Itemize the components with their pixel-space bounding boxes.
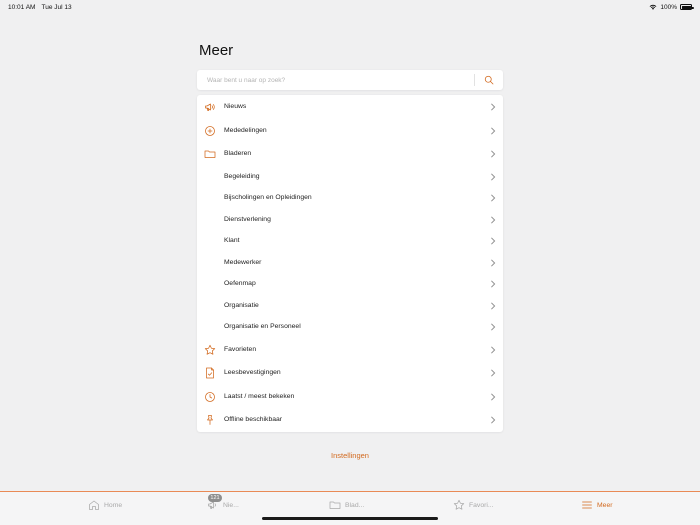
menu-item-label: Nieuws bbox=[224, 103, 247, 110]
search-bar bbox=[197, 70, 503, 90]
menu-item-label: Oefenmap bbox=[224, 280, 256, 287]
page-title: Meer bbox=[199, 42, 234, 59]
tab-label: Meer bbox=[597, 501, 613, 509]
status-time: 10:01 AM bbox=[8, 3, 36, 11]
chevron-right-icon bbox=[491, 194, 496, 202]
menu-item-offline[interactable]: Offline beschikbaar bbox=[197, 409, 503, 432]
menu-item-label: Organisatie en Personeel bbox=[224, 323, 301, 330]
menu-list: Nieuws Mededelingen Bladeren Begeleiding… bbox=[197, 95, 503, 432]
chevron-right-icon bbox=[491, 369, 496, 377]
search-button[interactable] bbox=[475, 70, 503, 90]
menu-item-favorieten[interactable]: Favorieten bbox=[197, 338, 503, 362]
menu-item-label: Mededelingen bbox=[224, 127, 267, 134]
menu-item-label: Medewerker bbox=[224, 259, 262, 266]
tab-label: Nie... bbox=[223, 501, 239, 509]
status-right: 100% bbox=[649, 3, 694, 11]
menu-item-label: Bladeren bbox=[224, 150, 252, 157]
plus-circle-icon bbox=[204, 125, 216, 137]
document-check-icon bbox=[204, 367, 216, 379]
menu-item-laatst-bekeken[interactable]: Laatst / meest bekeken bbox=[197, 385, 503, 409]
menu-item-label: Offline beschikbaar bbox=[224, 416, 283, 423]
menu-item-label: Bijscholingen en Opleidingen bbox=[224, 194, 312, 201]
chevron-right-icon bbox=[491, 416, 496, 424]
chevron-right-icon bbox=[491, 302, 496, 310]
clock-icon bbox=[204, 391, 216, 403]
menu-item-oefenmap[interactable]: Oefenmap bbox=[197, 273, 503, 295]
menu-item-bijscholingen[interactable]: Bijscholingen en Opleidingen bbox=[197, 187, 503, 209]
chevron-right-icon bbox=[491, 173, 496, 181]
tab-label: Home bbox=[104, 501, 123, 509]
chevron-right-icon bbox=[491, 259, 496, 267]
menu-item-bladeren[interactable]: Bladeren bbox=[197, 143, 503, 166]
battery-icon bbox=[680, 4, 694, 10]
chevron-right-icon bbox=[491, 216, 496, 224]
star-icon bbox=[204, 344, 216, 356]
menu-item-label: Klant bbox=[224, 237, 240, 244]
menu-item-mededelingen[interactable]: Mededelingen bbox=[197, 119, 503, 143]
tab-bladeren[interactable]: Blad... bbox=[329, 492, 364, 518]
menu-item-klant[interactable]: Klant bbox=[197, 230, 503, 252]
chevron-right-icon bbox=[491, 237, 496, 245]
menu-item-leesbevestigingen[interactable]: Leesbevestigingen bbox=[197, 362, 503, 385]
search-input[interactable] bbox=[197, 70, 474, 90]
chevron-right-icon bbox=[491, 323, 496, 331]
chevron-right-icon bbox=[491, 393, 496, 401]
menu-item-dienstverlening[interactable]: Dienstverlening bbox=[197, 209, 503, 230]
menu-item-label: Organisatie bbox=[224, 302, 259, 309]
chevron-right-icon bbox=[491, 127, 496, 135]
wifi-icon bbox=[649, 4, 657, 10]
chevron-right-icon bbox=[491, 103, 496, 111]
menu-item-medewerker[interactable]: Medewerker bbox=[197, 252, 503, 273]
chevron-right-icon bbox=[491, 346, 496, 354]
tab-label: Blad... bbox=[345, 501, 365, 509]
chevron-right-icon bbox=[491, 150, 496, 158]
tab-home[interactable]: Home bbox=[88, 492, 122, 518]
star-icon bbox=[453, 499, 465, 510]
tab-meer[interactable]: Meer bbox=[581, 492, 613, 518]
home-indicator bbox=[262, 517, 438, 520]
search-icon bbox=[484, 75, 494, 85]
home-icon bbox=[89, 500, 99, 510]
hamburger-icon bbox=[582, 501, 592, 509]
tab-label: Favori... bbox=[469, 501, 494, 509]
pin-icon bbox=[204, 414, 216, 426]
chevron-right-icon bbox=[491, 280, 496, 288]
folder-icon bbox=[204, 148, 216, 160]
status-date: Tue Jul 13 bbox=[41, 3, 72, 11]
status-left: 10:01 AM Tue Jul 13 bbox=[8, 4, 72, 11]
menu-item-begeleiding[interactable]: Begeleiding bbox=[197, 166, 503, 187]
battery-percentage: 100% bbox=[660, 3, 677, 11]
menu-item-label: Dienstverlening bbox=[224, 216, 271, 223]
tab-favorieten[interactable]: Favori... bbox=[453, 492, 494, 518]
megaphone-icon bbox=[204, 101, 216, 113]
folder-icon bbox=[329, 501, 341, 509]
notification-badge: 121 bbox=[208, 494, 222, 502]
menu-item-organisatie-personeel[interactable]: Organisatie en Personeel bbox=[197, 316, 503, 338]
settings-link[interactable]: Instellingen bbox=[0, 451, 700, 460]
menu-item-label: Leesbevestigingen bbox=[224, 369, 281, 376]
menu-item-organisatie[interactable]: Organisatie bbox=[197, 295, 503, 316]
menu-item-label: Favorieten bbox=[224, 346, 257, 353]
menu-item-label: Laatst / meest bekeken bbox=[224, 393, 295, 400]
menu-item-nieuws[interactable]: Nieuws bbox=[197, 95, 503, 119]
status-bar: 10:01 AM Tue Jul 13 100% bbox=[0, 0, 700, 14]
menu-item-label: Begeleiding bbox=[224, 173, 260, 180]
